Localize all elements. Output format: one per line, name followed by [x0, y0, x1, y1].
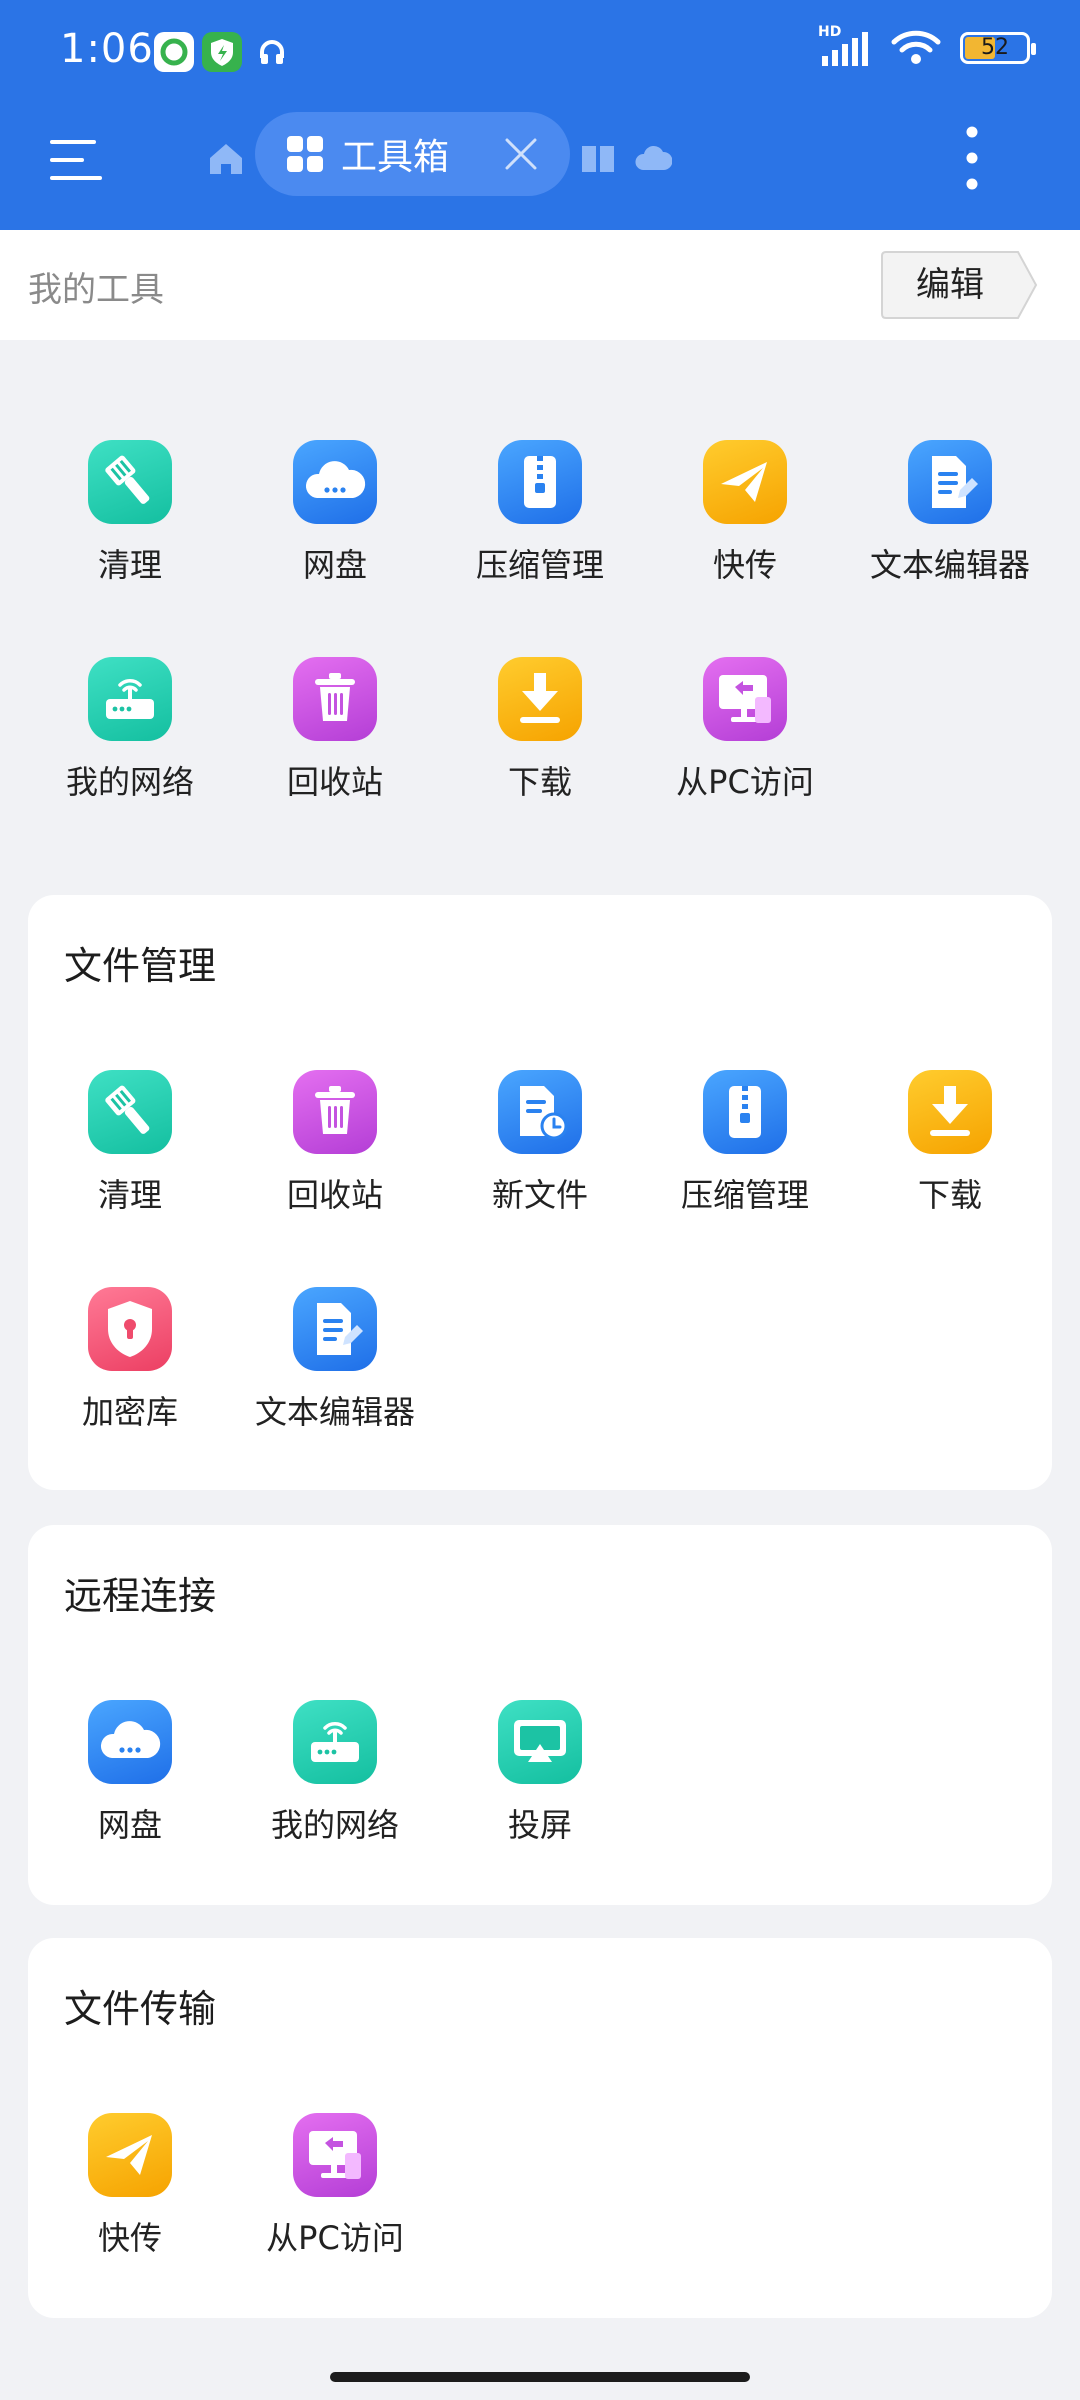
- more-options-icon[interactable]: [950, 120, 994, 200]
- trash-icon: [293, 657, 377, 741]
- status-headset-icon: [252, 32, 292, 72]
- tool-quick-transfer[interactable]: 快传: [645, 440, 845, 600]
- tool-label: 从PC访问: [676, 763, 814, 801]
- tool-recycle-bin[interactable]: 回收站: [235, 1070, 435, 1230]
- vault-shield-icon: [88, 1287, 172, 1371]
- router-icon: [293, 1700, 377, 1784]
- my-tools-bar: 我的工具 编辑: [0, 230, 1080, 340]
- tool-text-editor[interactable]: 文本编辑器: [235, 1287, 435, 1447]
- wifi-icon: [891, 30, 941, 64]
- tool-download[interactable]: 下载: [850, 1070, 1050, 1230]
- edit-button[interactable]: 编辑: [880, 250, 1040, 320]
- text-editor-icon: [908, 440, 992, 524]
- tool-text-editor[interactable]: 文本编辑器: [850, 440, 1050, 600]
- tool-label: 新文件: [491, 1176, 588, 1214]
- my-tools-label: 我的工具: [28, 270, 164, 310]
- status-right-icons: HD 52: [818, 24, 1036, 68]
- signal-icon: HD: [818, 24, 872, 68]
- section-remote-connection: 远程连接 网盘 我的网络 投屏: [28, 1525, 1052, 1905]
- tool-label: 快传: [97, 2219, 162, 2257]
- status-bar: 1:06 HD 52: [0, 0, 1080, 100]
- tool-clean[interactable]: 清理: [30, 1070, 230, 1230]
- tool-label: 网盘: [97, 1806, 162, 1844]
- trash-icon: [293, 1070, 377, 1154]
- tool-label: 下载: [917, 1176, 982, 1214]
- section-file-management: 文件管理 清理 回收站 新文件 压缩管理 下载 加密库 文本编辑器: [28, 895, 1052, 1490]
- tab-toolbox[interactable]: 工具箱: [255, 112, 570, 196]
- grid-icon: [285, 134, 325, 174]
- tool-label: 网盘: [302, 546, 367, 584]
- tool-vault[interactable]: 加密库: [30, 1287, 230, 1447]
- edit-label: 编辑: [916, 265, 984, 305]
- tool-label: 文本编辑器: [254, 1393, 415, 1431]
- close-icon[interactable]: [503, 136, 539, 172]
- router-icon: [88, 657, 172, 741]
- tool-label: 清理: [97, 546, 162, 584]
- status-app-icon-green: [154, 32, 194, 72]
- tool-label: 文本编辑器: [869, 546, 1030, 584]
- top-toolbar: 工具箱: [0, 100, 1080, 230]
- cloud-drive-icon: [88, 1700, 172, 1784]
- new-file-icon: [498, 1070, 582, 1154]
- cloud-icon[interactable]: [634, 142, 673, 174]
- zip-icon: [703, 1070, 787, 1154]
- tool-cloud-drive[interactable]: 网盘: [235, 440, 435, 600]
- status-shield-icon: [202, 32, 242, 72]
- tool-label: 压缩管理: [475, 546, 604, 584]
- tool-my-network[interactable]: 我的网络: [30, 657, 230, 817]
- broom-icon: [88, 1070, 172, 1154]
- tool-label: 我的网络: [65, 763, 194, 801]
- home-indicator[interactable]: [330, 2372, 750, 2382]
- broom-icon: [88, 440, 172, 524]
- tool-zip[interactable]: 压缩管理: [440, 440, 640, 600]
- tool-pc-access[interactable]: 从PC访问: [235, 2113, 435, 2273]
- tool-label: 加密库: [81, 1393, 178, 1431]
- app-header: 1:06 HD 52 工具箱: [0, 0, 1080, 230]
- pc-access-icon: [703, 657, 787, 741]
- tool-label: 回收站: [286, 763, 383, 801]
- menu-icon[interactable]: [44, 128, 108, 192]
- download-icon: [498, 657, 582, 741]
- tool-quick-transfer[interactable]: 快传: [30, 2113, 230, 2273]
- battery-level: 52: [981, 35, 1009, 60]
- battery-icon: 52: [960, 32, 1036, 64]
- tool-zip[interactable]: 压缩管理: [645, 1070, 845, 1230]
- download-icon: [908, 1070, 992, 1154]
- section-file-transfer: 文件传输 快传 从PC访问: [28, 1938, 1052, 2318]
- tool-my-network[interactable]: 我的网络: [235, 1700, 435, 1860]
- pc-access-icon: [293, 2113, 377, 2197]
- section-title: 文件传输: [64, 1987, 217, 2031]
- tool-clean[interactable]: 清理: [30, 440, 230, 600]
- book-icon[interactable]: [580, 140, 616, 176]
- tab-toolbox-label: 工具箱: [341, 137, 450, 178]
- paper-plane-icon: [703, 440, 787, 524]
- screen-cast-icon: [498, 1700, 582, 1784]
- zip-icon: [498, 440, 582, 524]
- tool-pc-access[interactable]: 从PC访问: [645, 657, 845, 817]
- tool-label: 下载: [507, 763, 572, 801]
- tool-label: 从PC访问: [266, 2219, 404, 2257]
- section-title: 远程连接: [64, 1574, 217, 1618]
- tool-cloud-drive[interactable]: 网盘: [30, 1700, 230, 1860]
- paper-plane-icon: [88, 2113, 172, 2197]
- tool-label: 回收站: [286, 1176, 383, 1214]
- tool-label: 清理: [97, 1176, 162, 1214]
- tool-download[interactable]: 下载: [440, 657, 640, 817]
- tool-recycle-bin[interactable]: 回收站: [235, 657, 435, 817]
- section-title: 文件管理: [64, 944, 217, 988]
- tool-label: 压缩管理: [680, 1176, 809, 1214]
- home-icon[interactable]: [204, 136, 248, 180]
- text-editor-icon: [293, 1287, 377, 1371]
- tool-screen-cast[interactable]: 投屏: [440, 1700, 640, 1860]
- tool-label: 投屏: [507, 1806, 572, 1844]
- status-time: 1:06: [60, 26, 154, 72]
- tool-label: 我的网络: [270, 1806, 399, 1844]
- cloud-drive-icon: [293, 440, 377, 524]
- tool-label: 快传: [712, 546, 777, 584]
- tool-new-file[interactable]: 新文件: [440, 1070, 640, 1230]
